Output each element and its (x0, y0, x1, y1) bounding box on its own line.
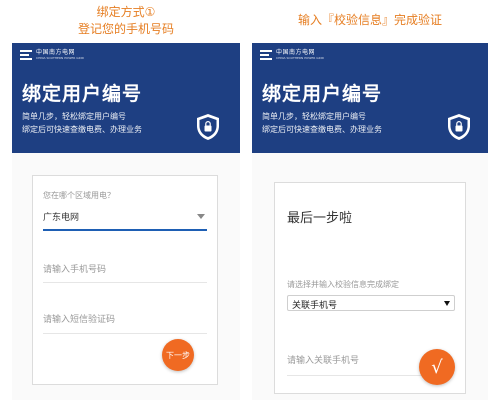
caption-step1: 绑定方式① 登记您的手机号码 (12, 4, 240, 38)
hero-subtitle-line1: 简单几步，轻松绑定用户编号 (262, 112, 366, 121)
brand-mark-icon (260, 49, 272, 60)
caption-step2: 输入『校验信息』完成验证 (297, 13, 442, 27)
phone-screen-step1: 中国南方电网 CHINA SOUTHERN POWER GRID 绑定用户编号 … (12, 43, 240, 400)
brand-logo: 中国南方电网 CHINA SOUTHERN POWER GRID (260, 49, 324, 60)
brand-mark-icon (20, 49, 32, 60)
sms-underline (43, 333, 207, 334)
sms-code-input[interactable]: 请输入短信验证码 (43, 312, 115, 325)
verify-type-value: 关联手机号 (292, 301, 338, 311)
brand-sub: CHINA SOUTHERN POWER GRID (36, 56, 84, 60)
chevron-down-icon[interactable] (197, 214, 205, 219)
submit-check-button[interactable]: √ (419, 349, 455, 385)
linked-phone-input[interactable]: 请输入关联手机号 (287, 353, 359, 366)
shield-lock-icon (448, 114, 470, 140)
hero-subtitle-line2: 绑定后可快速查缴电费、办理业务 (262, 125, 382, 134)
phone-underline (43, 282, 207, 283)
next-step-button[interactable]: 下一步 (162, 339, 194, 371)
brand-logo: 中国南方电网 CHINA SOUTHERN POWER GRID (20, 49, 84, 60)
region-underline (43, 229, 207, 231)
shield-lock-icon (197, 114, 219, 140)
phone-screen-step2: 中国南方电网 CHINA SOUTHERN POWER GRID 绑定用户编号 … (252, 43, 488, 400)
hero-subtitle-line2: 绑定后可快速查缴电费、办理业务 (22, 125, 142, 134)
hero-banner: 中国南方电网 CHINA SOUTHERN POWER GRID 绑定用户编号 … (252, 43, 488, 153)
region-hint: 您在哪个区域用电？ (43, 191, 115, 200)
phone-input[interactable]: 请输入手机号码 (43, 262, 106, 275)
region-select[interactable]: 广东电网 (43, 210, 79, 223)
page-title: 绑定用户编号 (22, 83, 143, 105)
brand-name: 中国南方电网 (36, 49, 76, 56)
verify-hint: 请选择并输入校验信息完成绑定 (287, 280, 399, 289)
hero-banner: 中国南方电网 CHINA SOUTHERN POWER GRID 绑定用户编号 … (12, 43, 240, 153)
caption-step1-line2: 登记您的手机号码 (77, 22, 174, 36)
step-title: 最后一步啦 (287, 211, 353, 226)
hero-subtitle-line1: 简单几步，轻松绑定用户编号 (22, 112, 126, 121)
page-title: 绑定用户编号 (262, 83, 383, 105)
chevron-down-icon (444, 301, 450, 306)
brand-name: 中国南方电网 (276, 49, 316, 56)
verify-type-select[interactable]: 关联手机号 (287, 295, 455, 311)
brand-sub: CHINA SOUTHERN POWER GRID (276, 56, 324, 60)
caption-step1-line1: 绑定方式① (96, 5, 156, 19)
